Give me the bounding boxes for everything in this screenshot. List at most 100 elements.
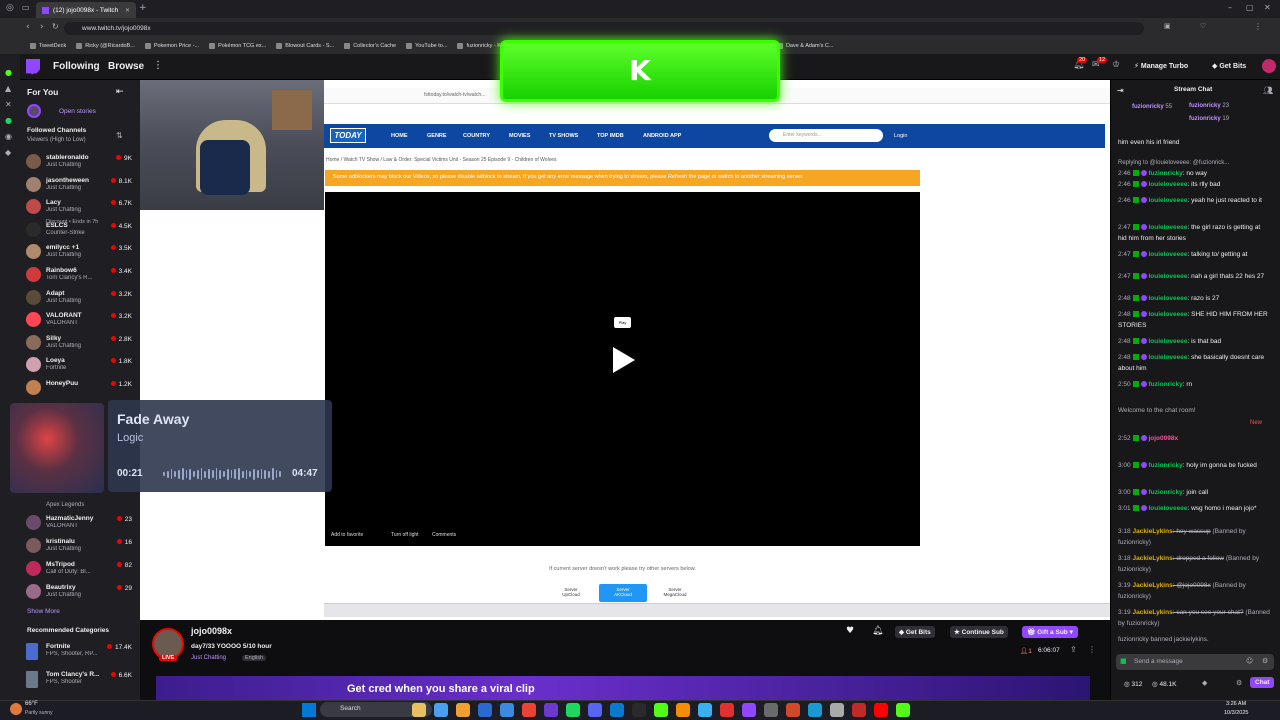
gift-sub-button[interactable]: 🎁︎ Gift a Sub ▾ — [1022, 626, 1078, 638]
continue-sub-button[interactable]: ★ Continue Sub — [950, 626, 1008, 638]
taskbar-app-icon[interactable] — [764, 703, 778, 717]
get-bits-button[interactable]: ◆ Get Bits — [895, 626, 935, 638]
streamer-name[interactable]: jojo0098x — [191, 626, 232, 636]
kick-sidebar-icon[interactable]: ● — [5, 68, 12, 77]
windows-start-icon[interactable] — [302, 703, 316, 717]
extensions-icon[interactable]: ▣ — [1164, 22, 1171, 30]
close-window-icon[interactable]: ✕ — [1264, 3, 1271, 12]
taskbar-app-icon[interactable] — [874, 703, 888, 717]
taskbar-app-icon[interactable] — [412, 703, 426, 717]
language-tag[interactable]: English — [242, 655, 267, 661]
message-user[interactable]: louieloveeee — [1148, 311, 1187, 318]
taskbar-app-icon[interactable] — [566, 703, 580, 717]
message-user[interactable]: louieloveeee — [1148, 181, 1187, 188]
message-user[interactable]: louieloveeee — [1148, 273, 1187, 280]
sort-icon[interactable]: ⇅ — [116, 131, 123, 140]
taskbar-app-icon[interactable] — [588, 703, 602, 717]
crown-icon[interactable]: ♔ — [1112, 60, 1120, 70]
reload-icon[interactable]: ↻ — [52, 22, 59, 31]
message-user[interactable]: JackieLykins — [1132, 555, 1172, 562]
sidebar-channel[interactable]: jasontheween Just Chatting 8.1K — [26, 174, 136, 196]
whatsapp-sidebar-icon[interactable]: ◉ — [5, 132, 12, 141]
taskbar-app-icon[interactable] — [896, 703, 910, 717]
taskbar-app-icon[interactable] — [720, 703, 734, 717]
bookmark-item[interactable]: Collector's Cache — [344, 43, 396, 49]
taskbar-app-icon[interactable] — [698, 703, 712, 717]
taskbar-app-icon[interactable] — [544, 703, 558, 717]
sidebar-channel[interactable]: VALORANT VALORANT 3.2K — [26, 309, 136, 331]
stream-category[interactable]: Just Chatting — [191, 655, 226, 661]
maximize-icon[interactable]: ▢ — [1246, 3, 1254, 12]
message-user[interactable]: fuzionricky — [1148, 489, 1182, 496]
taskbar-app-icon[interactable] — [632, 703, 646, 717]
sidebar-channel[interactable]: Loeya Fortnite 1.8K — [26, 354, 136, 376]
recommended-category[interactable]: Tom Clancy's R... FPS, Shooter 6.6K — [26, 668, 136, 690]
more-menu-icon[interactable]: ⋮ — [1254, 22, 1262, 31]
follow-heart-icon[interactable]: ♥ — [846, 626, 854, 636]
weather-icon[interactable] — [10, 703, 22, 715]
tab-list-icon[interactable]: ▭ — [22, 3, 30, 12]
arc-sidebar-icon[interactable]: ▲ — [5, 84, 11, 93]
sidebar-channel[interactable]: HoneyPuu 1.2K — [26, 377, 136, 399]
x-sidebar-icon[interactable]: ✕ — [5, 100, 12, 109]
bookmark-item[interactable]: Pokémon TCG ex... — [209, 43, 266, 49]
taskbar-app-icon[interactable] — [654, 703, 668, 717]
chat-bits-icon[interactable]: ◆ — [1202, 679, 1207, 687]
taskbar-app-icon[interactable] — [522, 703, 536, 717]
collapse-chat-icon[interactable]: ⇥ — [1117, 86, 1124, 95]
bookmark-item[interactable]: TweetDeck — [30, 43, 66, 49]
message-user[interactable]: fuzionricky — [1148, 170, 1182, 177]
sidebar-channel[interactable]: MsTripod Call of Duty: Bl... 82 — [26, 558, 136, 580]
nav-following[interactable]: Following — [53, 61, 100, 72]
message-user[interactable]: louieloveeee — [1148, 224, 1187, 231]
channel-points[interactable]: ◎ 312 — [1124, 680, 1142, 688]
sidebar-channel[interactable]: Adapt Just Chatting 3.2K — [26, 287, 136, 309]
more-nav-icon[interactable]: ⋮ — [153, 60, 163, 71]
forward-icon[interactable]: › — [40, 22, 44, 32]
spotify-sidebar-icon[interactable]: ● — [5, 116, 12, 125]
emote-picker-icon[interactable]: ☺ — [1246, 657, 1253, 665]
sidebar-channel[interactable]: stableronaldo Just Chatting 9K — [26, 151, 136, 173]
open-stories-link[interactable]: Open stories — [59, 108, 96, 115]
games-sidebar-icon[interactable]: ◆ — [5, 148, 11, 157]
taskbar-app-icon[interactable] — [676, 703, 690, 717]
message-user[interactable]: louieloveeee — [1148, 338, 1187, 345]
new-tab-icon[interactable]: + — [139, 3, 147, 13]
show-more-link[interactable]: Show More — [27, 608, 60, 615]
message-user[interactable]: louieloveeee — [1148, 354, 1187, 361]
taskbar-app-icon[interactable] — [852, 703, 866, 717]
message-user[interactable]: louieloveeee — [1148, 251, 1187, 258]
chat-settings-icon[interactable]: ⚙ — [1236, 679, 1242, 687]
taskbar-app-icon[interactable] — [434, 703, 448, 717]
bookmark-item[interactable]: Dave & Adam's C... — [777, 43, 834, 49]
url-field[interactable]: www.twitch.tv/jojo0098x — [64, 22, 1144, 35]
collapse-sidebar-icon[interactable]: ⇤ — [116, 87, 124, 97]
chat-mod-icon[interactable]: ■ — [1120, 657, 1127, 665]
back-icon[interactable]: ‹ — [26, 22, 30, 32]
bookmark-item[interactable]: Pokemon Price -... — [145, 43, 199, 49]
taskbar-app-icon[interactable] — [742, 703, 756, 717]
more-options-icon[interactable]: ⋮ — [1088, 645, 1096, 654]
sidebar-channel[interactable]: Lacy Just Chatting 6.7K — [26, 196, 136, 218]
user-avatar[interactable] — [1262, 59, 1276, 73]
taskbar-app-icon[interactable] — [478, 703, 492, 717]
message-user[interactable]: louieloveeee — [1148, 197, 1187, 204]
taskbar-app-icon[interactable] — [808, 703, 822, 717]
browser-menu-icon[interactable]: ◎ — [6, 3, 14, 13]
chat-settings-gear-icon[interactable]: ⚙ — [1262, 657, 1268, 665]
taskbar-app-icon[interactable] — [500, 703, 514, 717]
message-user[interactable]: JackieLykins — [1132, 528, 1172, 535]
sidebar-channel[interactable]: Rainbow6 Tom Clancy's R... 3.4K — [26, 264, 136, 286]
message-user[interactable]: louieloveeee — [1148, 505, 1187, 512]
taskbar-app-icon[interactable] — [786, 703, 800, 717]
nav-browse[interactable]: Browse — [108, 61, 144, 72]
manage-turbo-button[interactable]: ⚡︎ Manage Turbo — [1134, 62, 1188, 70]
share-icon[interactable]: ⇪ — [1070, 645, 1077, 654]
sidebar-channel[interactable]: kristinalu Just Chatting 16 — [26, 535, 136, 557]
channel-points-2[interactable]: ◎ 48.1K — [1152, 680, 1176, 688]
favorite-icon[interactable]: ♡ — [1200, 22, 1206, 30]
message-user[interactable]: fuzionricky — [1148, 381, 1182, 388]
minimize-icon[interactable]: – — [1228, 3, 1232, 12]
promo-banner[interactable] — [156, 676, 1090, 700]
sidebar-channel[interactable]: emilycc +1 Just Chatting 3.5K — [26, 241, 136, 263]
